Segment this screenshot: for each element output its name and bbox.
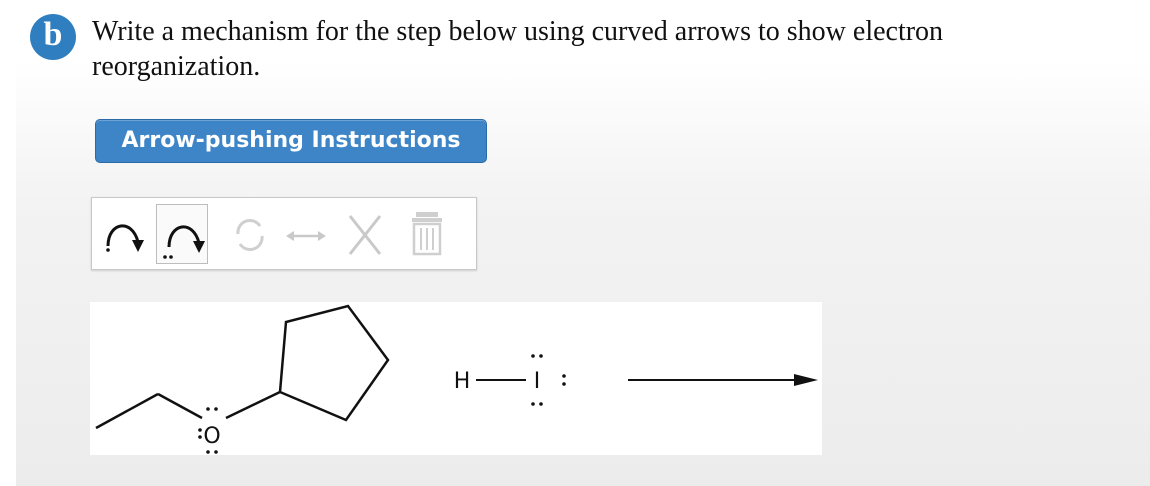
close-x-icon	[348, 215, 382, 255]
resonance-arrow-tool[interactable]	[280, 204, 332, 264]
resonance-cycle-tool[interactable]	[224, 204, 276, 264]
arrow-toolbar	[91, 197, 477, 270]
reaction-arrow-head	[794, 374, 818, 386]
bond-line	[225, 390, 281, 420]
arrow-pushing-instructions-button[interactable]: Arrow-pushing Instructions	[95, 119, 487, 163]
curved-arrow-icon	[106, 224, 144, 252]
curved-arrow-electron-pair-icon	[163, 225, 205, 259]
curved-arrow-tool[interactable]	[98, 204, 150, 264]
delete-arrow-tool[interactable]	[340, 204, 392, 264]
question-text: Write a mechanism for the step below usi…	[92, 16, 944, 82]
question-part-badge: b	[30, 14, 76, 60]
reaction-scheme: O H I	[95, 304, 818, 454]
circular-arrows-icon	[236, 219, 264, 251]
hydrogen-atom-label: H	[454, 369, 471, 394]
iodine-atom-label: I	[534, 369, 541, 394]
oxygen-atom-label: O	[203, 424, 220, 449]
reaction-drawing-area[interactable]: O H I	[90, 302, 822, 455]
left-margin-strip	[0, 0, 16, 486]
cyclopentane-ring	[278, 304, 390, 422]
bond-line	[95, 392, 159, 430]
clear-all-tool[interactable]	[402, 204, 454, 264]
trash-icon	[412, 212, 442, 256]
electron-pair-arrow-tool[interactable]	[156, 204, 208, 264]
bond-line	[157, 392, 203, 420]
double-arrow-icon	[286, 231, 326, 241]
